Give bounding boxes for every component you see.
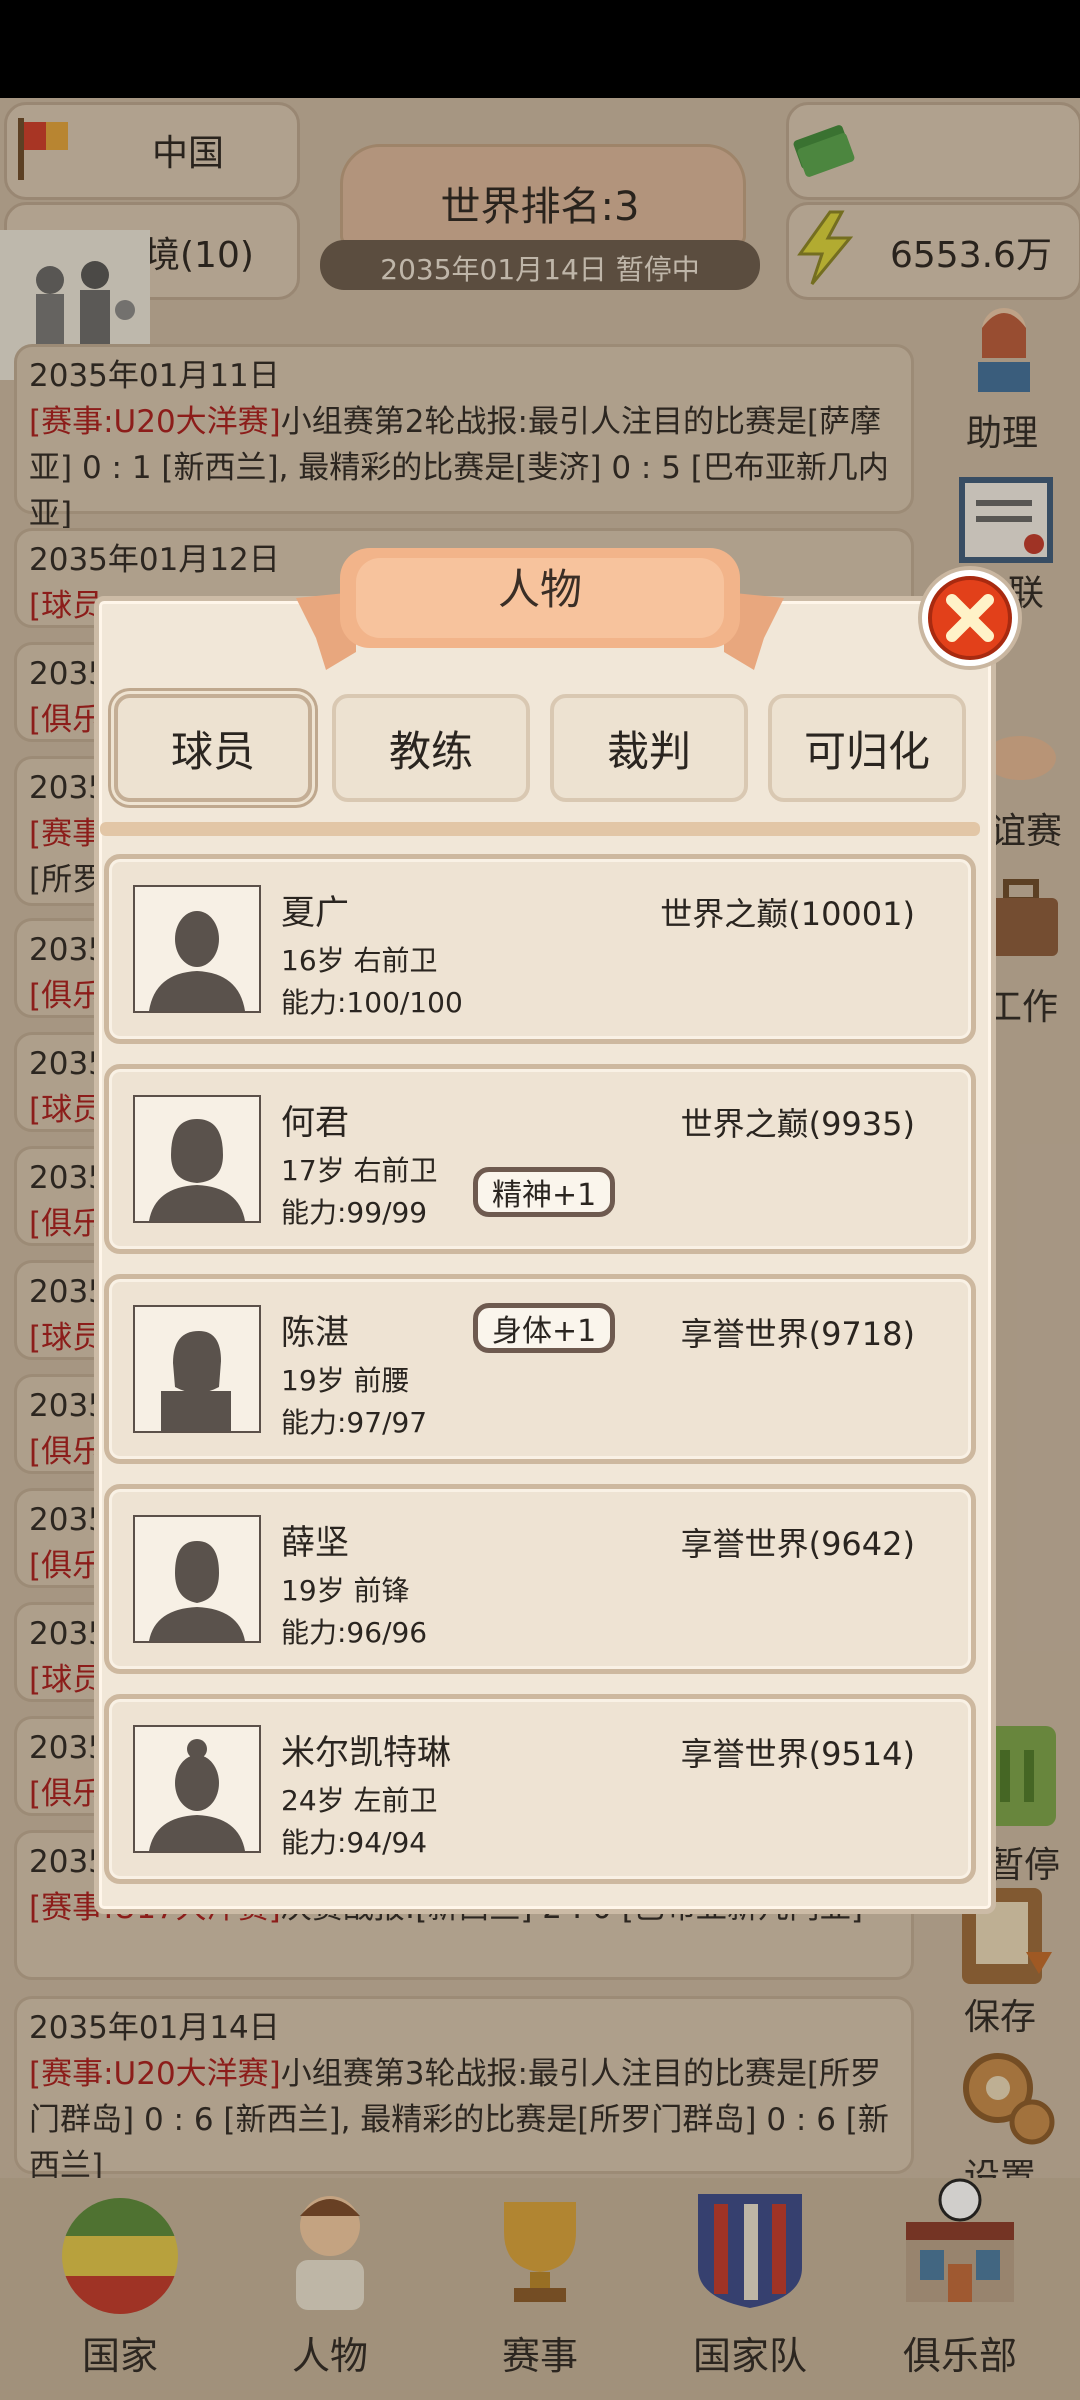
player-rank: 享誉世界(9642) (680, 1525, 915, 1563)
player-ability: 能力:99/99 (281, 1196, 428, 1229)
player-ability: 能力:97/97 (281, 1406, 428, 1439)
player-age-position: 17岁 右前卫 (281, 1154, 438, 1187)
player-rank: 世界之巅(9935) (680, 1105, 915, 1143)
player-name: 夏广 (281, 893, 349, 933)
player-card[interactable]: 陈湛 19岁 前腰 能力:97/97 享誉世界(9718) 身体+1 (104, 1274, 976, 1464)
player-age-position: 19岁 前腰 (281, 1364, 410, 1397)
player-card[interactable]: 何君 17岁 右前卫 能力:99/99 世界之巅(9935) 精神+1 (104, 1064, 976, 1254)
tab-naturalizable[interactable]: 可归化 (768, 694, 966, 802)
player-name: 陈湛 (281, 1313, 349, 1353)
player-ability: 能力:100/100 (281, 986, 463, 1019)
player-name: 米尔凯特琳 (281, 1733, 451, 1773)
player-rank: 世界之巅(10001) (660, 895, 915, 933)
male-avatar-icon (133, 1515, 261, 1643)
player-ability: 能力:96/96 (281, 1616, 428, 1649)
player-age-position: 16岁 右前卫 (281, 944, 438, 977)
female-avatar-icon (133, 1725, 261, 1853)
close-button[interactable] (922, 570, 1018, 666)
player-rank: 享誉世界(9718) (680, 1315, 915, 1353)
player-age-position: 19岁 前锋 (281, 1574, 410, 1607)
player-name: 何君 (281, 1103, 349, 1143)
tab-referees[interactable]: 裁判 (550, 694, 748, 802)
male-avatar-icon (133, 885, 261, 1013)
tab-divider (100, 822, 980, 836)
male-avatar-icon (133, 1095, 261, 1223)
player-rank: 享誉世界(9514) (680, 1735, 915, 1773)
player-card[interactable]: 薛坚 19岁 前锋 能力:96/96 享誉世界(9642) (104, 1484, 976, 1674)
player-name: 薛坚 (281, 1523, 349, 1563)
tab-coaches[interactable]: 教练 (332, 694, 530, 802)
male-avatar-icon (133, 1305, 261, 1433)
attribute-badge: 身体+1 (473, 1303, 616, 1353)
player-ability: 能力:94/94 (281, 1826, 428, 1859)
tab-players[interactable]: 球员 (114, 694, 312, 802)
player-age-position: 24岁 左前卫 (281, 1784, 438, 1817)
dialog-title: 人物 (497, 565, 582, 614)
player-card[interactable]: 米尔凯特琳 24岁 左前卫 能力:94/94 享誉世界(9514) (104, 1694, 976, 1884)
player-card[interactable]: 夏广 16岁 右前卫 能力:100/100 世界之巅(10001) (104, 854, 976, 1044)
attribute-badge: 精神+1 (473, 1167, 616, 1217)
close-icon (928, 576, 1012, 660)
